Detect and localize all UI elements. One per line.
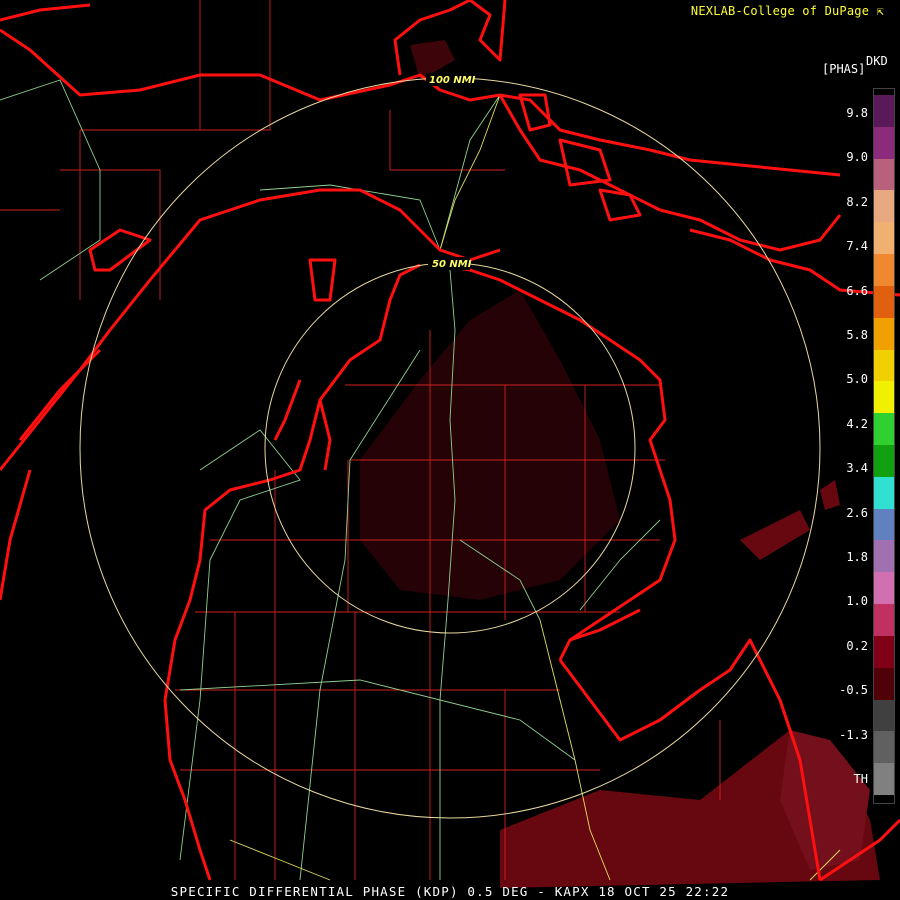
legend-tick-label: 2.6 — [846, 505, 868, 520]
legend-color-swatch — [874, 413, 894, 446]
legend-unit: [PHAS] — [822, 62, 866, 76]
legend-tick-label: 3.4 — [846, 461, 868, 476]
legend-color-swatch — [874, 285, 894, 319]
legend-tick-label: 8.2 — [846, 194, 868, 209]
legend-color-swatch — [874, 731, 894, 764]
legend-tick-label: 5.0 — [846, 372, 868, 387]
legend-color-swatch — [874, 126, 894, 160]
legend-tick-label: 1.8 — [846, 550, 868, 564]
legend-color-swatch — [874, 476, 894, 510]
legend-color-swatch — [874, 254, 894, 287]
legend-unit-top: DKD — [866, 54, 888, 68]
legend-tick-label: 0.2 — [846, 638, 868, 653]
legend-tick-label: 4.2 — [846, 416, 868, 431]
legend-color-swatch — [874, 604, 894, 637]
legend-tick-label: 7.4 — [846, 239, 868, 254]
ring-labels: 50 NMI 100 NMI — [426, 73, 476, 270]
legend-tick-label: 9.0 — [846, 150, 868, 165]
legend-tick-label: 5.8 — [846, 328, 868, 342]
legend-color-swatch — [874, 445, 894, 478]
legend-color-swatch — [874, 667, 894, 701]
legend-color-swatch — [874, 699, 894, 732]
legend-tick-label: 6.6 — [846, 283, 868, 298]
legend-tick-label: -0.5 — [839, 683, 868, 698]
legend-color-swatch — [874, 635, 894, 669]
diagonal-arrow-icon: ⇱ — [876, 4, 884, 18]
legend-color-swatch — [874, 572, 894, 605]
legend-color-swatch — [874, 508, 894, 541]
legend-color-swatch — [874, 222, 894, 255]
legend-color-swatch — [874, 95, 894, 128]
product-caption: SPECIFIC DIFFERENTIAL PHASE (KDP) 0.5 DE… — [170, 884, 730, 899]
radar-echoes — [360, 40, 880, 888]
legend-color-swatch — [874, 317, 894, 351]
legend-color-swatch — [874, 540, 894, 573]
radar-map: 50 NMI 100 NMI — [0, 0, 900, 888]
inner-ring-label: 50 NMI — [432, 259, 472, 270]
county-lines — [0, 0, 721, 880]
legend-color-swatch — [874, 190, 894, 223]
legend-color-swatch — [874, 349, 894, 382]
credit-label: NEXLAB-College of DuPage ⇱ — [690, 4, 884, 18]
legend-tick-label: TH — [853, 772, 868, 786]
legend-color-swatch — [874, 381, 894, 414]
outer-ring-label: 100 NMI — [429, 75, 476, 86]
legend-tick-label: 1.0 — [846, 594, 868, 609]
legend-color-swatch — [874, 763, 894, 796]
legend-tick-label: 9.8 — [846, 106, 868, 120]
color-legend-bar — [873, 88, 895, 804]
legend-color-swatch — [874, 158, 894, 191]
legend-tick-label: -1.3 — [839, 727, 868, 742]
